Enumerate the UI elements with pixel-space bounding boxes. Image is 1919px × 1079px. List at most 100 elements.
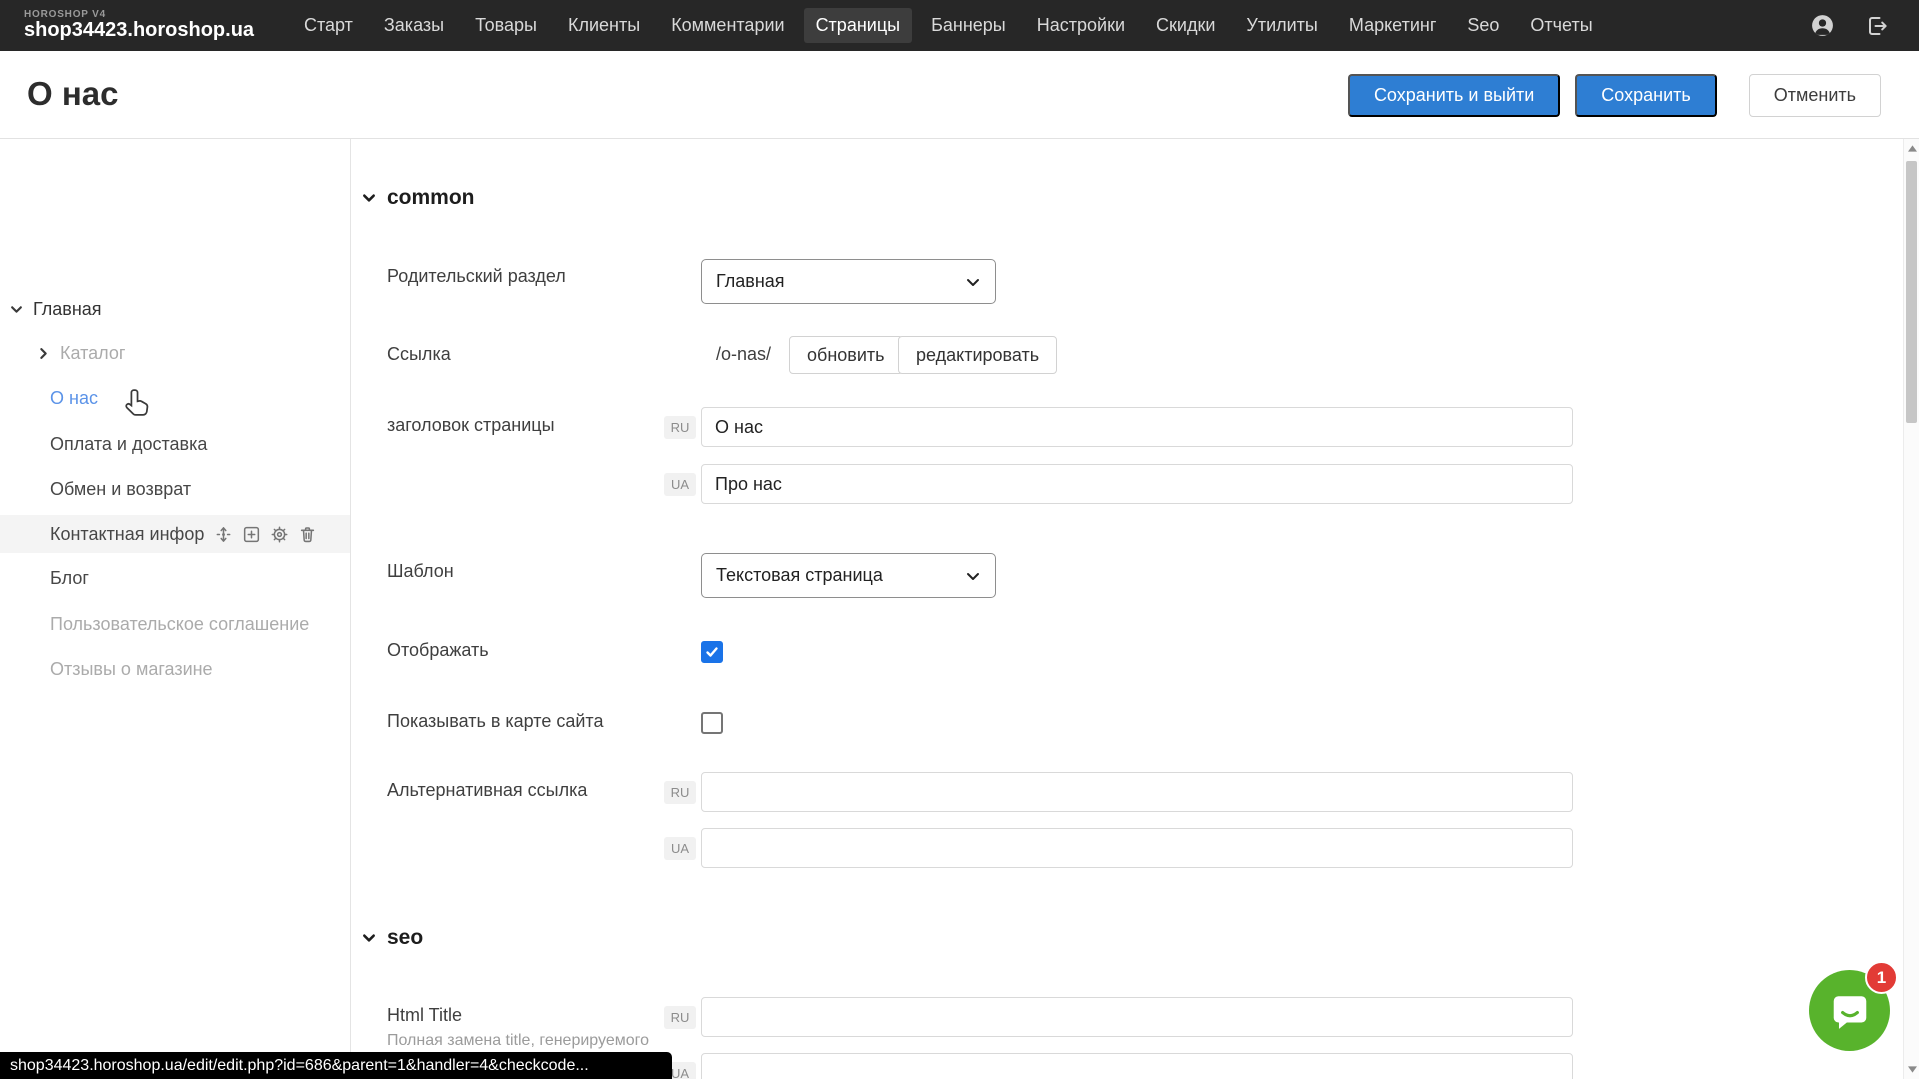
page-title-ru-value: О нас (715, 417, 763, 438)
nav-pages[interactable]: Страницы (804, 8, 913, 43)
tree-item-label: Отзывы о магазине (50, 659, 213, 680)
sitemap-label: Показывать в карте сайта (387, 711, 603, 732)
sitemap-checkbox[interactable] (701, 712, 723, 734)
html-title-ru-input[interactable] (701, 997, 1573, 1037)
alt-link-ru-input[interactable] (701, 772, 1573, 812)
tree-item-oplata[interactable]: Оплата и доставка (0, 425, 350, 463)
html-title-hint: Полная замена title, генерируемого (387, 1032, 649, 1050)
tree-item-kontaktnaya[interactable]: Контактная инфор (0, 515, 350, 553)
nav-orders[interactable]: Заказы (372, 8, 456, 43)
chevron-right-icon[interactable] (37, 347, 50, 360)
section-title: common (387, 186, 475, 210)
page-header: О нас Сохранить и выйти Сохранить Отмени… (0, 51, 1919, 139)
scroll-thumb[interactable] (1906, 161, 1917, 423)
tree-item-glavnaya[interactable]: Главная (0, 290, 350, 328)
nav-settings[interactable]: Настройки (1025, 8, 1137, 43)
cancel-button[interactable]: Отменить (1749, 74, 1881, 117)
html-title-label: Html Title (387, 1005, 462, 1026)
save-button[interactable]: Сохранить (1575, 74, 1716, 117)
logout-icon[interactable] (1865, 14, 1889, 38)
template-value: Текстовая страница (716, 565, 883, 586)
tree-item-label: Пользовательское соглашение (50, 614, 309, 635)
tree-item-blog[interactable]: Блог (0, 559, 350, 597)
status-url: shop34423.horoshop.ua/edit/edit.php?id=6… (10, 1057, 589, 1075)
tree-item-label: Контактная инфор (50, 524, 204, 545)
vertical-scrollbar[interactable] (1903, 139, 1919, 1079)
main-menu: Старт Заказы Товары Клиенты Комментарии … (292, 8, 1605, 43)
add-icon[interactable] (242, 525, 261, 544)
tree-item-label: Оплата и доставка (50, 434, 207, 455)
browser-status-bar: shop34423.horoshop.ua/edit/edit.php?id=6… (0, 1052, 672, 1079)
display-label: Отображать (387, 640, 489, 661)
chevron-down-icon (965, 568, 981, 584)
nav-seo[interactable]: Seo (1455, 8, 1511, 43)
tree-item-soglashenie[interactable]: Пользовательское соглашение (0, 605, 350, 643)
delete-icon[interactable] (298, 525, 317, 544)
tree-item-label: О нас (50, 388, 98, 409)
nav-comments[interactable]: Комментарии (659, 8, 796, 43)
logo-domain: shop34423.horoshop.ua (24, 20, 274, 41)
nav-start[interactable]: Старт (292, 8, 365, 43)
parent-section-label: Родительский раздел (387, 266, 566, 287)
link-path: /o-nas/ (716, 344, 771, 365)
settings-icon[interactable] (270, 525, 289, 544)
template-select[interactable]: Текстовая страница (701, 553, 996, 598)
parent-section-value: Главная (716, 271, 785, 292)
section-common[interactable]: common (362, 186, 475, 210)
nav-banners[interactable]: Баннеры (919, 8, 1018, 43)
chevron-down-icon (362, 931, 376, 945)
chevron-down-icon (362, 191, 376, 205)
header-buttons: Сохранить и выйти Сохранить Отменить (1348, 74, 1881, 117)
nav-products[interactable]: Товары (463, 8, 549, 43)
page-title-ua-input[interactable]: Про нас (701, 464, 1573, 504)
tree-item-label: Каталог (60, 343, 125, 364)
chat-widget-button[interactable]: 1 (1809, 970, 1890, 1051)
page-title-ua-value: Про нас (715, 474, 782, 495)
tree-item-o-nas[interactable]: О нас (0, 379, 350, 417)
move-icon[interactable] (214, 525, 233, 544)
account-icon[interactable] (1810, 13, 1835, 38)
nav-reports[interactable]: Отчеты (1518, 8, 1604, 43)
link-edit-button[interactable]: редактировать (898, 336, 1057, 374)
parent-section-select[interactable]: Главная (701, 259, 996, 304)
nav-right-icons (1810, 13, 1889, 38)
lang-badge-ru: RU (664, 1006, 696, 1029)
tree-item-katalog[interactable]: Каталог (0, 334, 350, 372)
link-label: Ссылка (387, 344, 451, 365)
html-title-ua-input[interactable] (701, 1053, 1573, 1079)
lang-badge-ua: UA (664, 837, 696, 860)
tree-item-label: Блог (50, 568, 89, 589)
page-title-ru-input[interactable]: О нас (701, 407, 1573, 447)
nav-marketing[interactable]: Маркетинг (1337, 8, 1449, 43)
chevron-down-icon[interactable] (10, 303, 23, 316)
display-checkbox[interactable] (701, 641, 723, 663)
top-navbar: HOROSHOP V4 shop34423.horoshop.ua Старт … (0, 0, 1919, 51)
lang-badge-ru: RU (664, 781, 696, 804)
pages-tree-sidebar: Главная Каталог О нас Оплата и доставка … (0, 139, 351, 1079)
tree-item-label: Главная (33, 299, 102, 320)
section-title: seo (387, 926, 423, 950)
nav-clients[interactable]: Клиенты (556, 8, 652, 43)
nav-utilities[interactable]: Утилиты (1234, 8, 1329, 43)
section-seo[interactable]: seo (362, 926, 423, 950)
template-label: Шаблон (387, 561, 454, 582)
page-title: О нас (27, 75, 118, 113)
tree-item-obmen[interactable]: Обмен и возврат (0, 470, 350, 508)
chat-bubble-icon (1829, 990, 1871, 1032)
chat-unread-badge: 1 (1865, 961, 1898, 994)
alt-link-ua-input[interactable] (701, 828, 1573, 868)
scroll-down-icon[interactable] (1906, 1066, 1918, 1073)
tree-item-actions (214, 525, 317, 544)
save-and-exit-button[interactable]: Сохранить и выйти (1348, 74, 1560, 117)
alt-link-label: Альтернативная ссылка (387, 780, 587, 801)
chevron-down-icon (965, 274, 981, 290)
page-title-label: заголовок страницы (387, 415, 555, 436)
lang-badge-ua: UA (664, 473, 696, 496)
lang-badge-ru: RU (664, 416, 696, 439)
scroll-up-icon[interactable] (1906, 145, 1918, 152)
page-edit-form: common Родительский раздел Главная Ссылк… (352, 139, 1903, 1079)
link-refresh-button[interactable]: обновить (789, 336, 903, 374)
nav-discounts[interactable]: Скидки (1144, 8, 1227, 43)
tree-item-otzyvy[interactable]: Отзывы о магазине (0, 650, 350, 688)
logo[interactable]: HOROSHOP V4 shop34423.horoshop.ua (24, 10, 274, 42)
